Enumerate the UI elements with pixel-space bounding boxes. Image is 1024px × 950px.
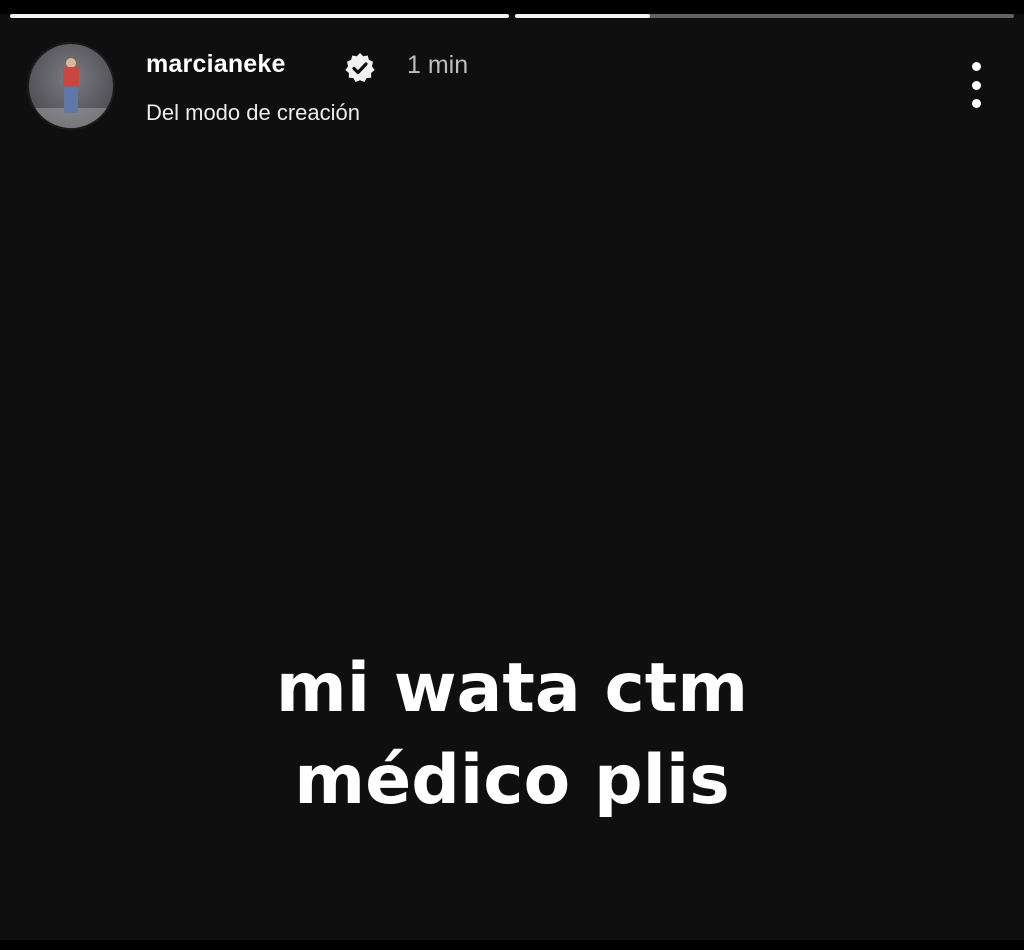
story-subtitle: Del modo de creación bbox=[146, 100, 361, 125]
caption-line-2: médico plis bbox=[294, 741, 730, 820]
story-caption: mi wata ctm médico plis bbox=[0, 643, 1024, 827]
more-vertical-icon[interactable] bbox=[956, 62, 996, 108]
verified-badge-icon bbox=[345, 53, 375, 82]
username[interactable]: marcianeke bbox=[146, 50, 286, 79]
avatar-figure-legs bbox=[64, 87, 78, 113]
bottom-bar bbox=[0, 940, 1024, 950]
caption-line-1: mi wata ctm bbox=[275, 649, 749, 728]
story-progress-fill bbox=[515, 14, 650, 18]
story-progress-segment bbox=[515, 14, 1014, 18]
top-bar bbox=[0, 0, 1024, 14]
more-dot bbox=[971, 80, 981, 90]
story-progress-segment bbox=[10, 14, 509, 18]
more-dot bbox=[971, 99, 981, 108]
more-dot bbox=[971, 62, 981, 71]
story-timestamp: 1 min bbox=[407, 51, 469, 79]
story-progress bbox=[10, 14, 1014, 18]
story-viewer[interactable]: marcianeke 1 min Del modo de creación mi… bbox=[0, 0, 1024, 950]
avatar[interactable] bbox=[29, 44, 113, 128]
avatar-figure-body bbox=[63, 67, 79, 87]
story-progress-fill bbox=[10, 14, 509, 18]
